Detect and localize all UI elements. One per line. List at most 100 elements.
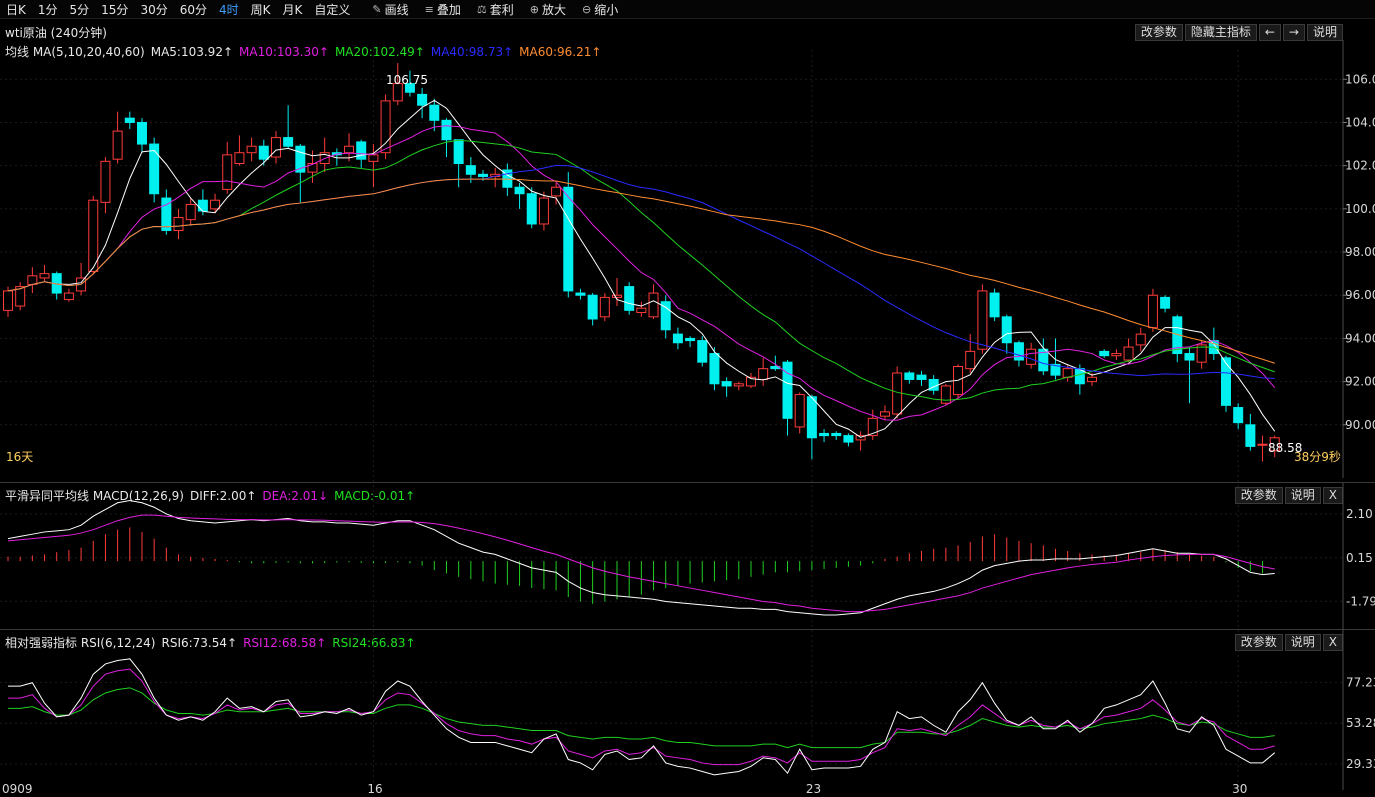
candle-body	[234, 152, 245, 165]
macd-button-1[interactable]: 说明	[1284, 487, 1321, 504]
ma10-line	[7, 125, 1276, 421]
ma-legend: 均线 MA(5,10,20,40,60) MA5:103.92↑ MA10:103.…	[5, 43, 613, 60]
candle-body	[51, 273, 62, 294]
candle-body	[782, 361, 793, 419]
range-label: 16天	[6, 450, 33, 464]
candle-body	[770, 366, 781, 370]
candle-body	[3, 290, 13, 311]
macd-tick-label: 2.10	[1346, 507, 1373, 521]
last-price-label: 88.58	[1268, 441, 1302, 455]
pencil-icon: ✎	[372, 2, 382, 16]
macd-value-0: DIFF:2.00↑	[189, 489, 257, 503]
rsi12-line	[8, 668, 1275, 766]
macd-value-1: DEA:2.01↓	[262, 489, 329, 503]
tool-button-0[interactable]: ✎ 画线	[364, 1, 416, 18]
period-tab-2[interactable]: 5分	[64, 1, 96, 18]
candle-body	[709, 353, 720, 385]
period-tab-0[interactable]: 日K	[0, 1, 32, 18]
candle-body	[904, 372, 915, 380]
macd-tick-label: -1.79	[1346, 594, 1375, 608]
macd-button-2[interactable]: X	[1322, 487, 1343, 504]
candle-body	[989, 292, 1000, 318]
date-label: 0909	[2, 782, 33, 796]
dea-line	[7, 514, 1275, 613]
ma-value-3: MA40:98.73↑	[430, 45, 514, 59]
tool-label: 套利	[489, 2, 514, 17]
candle-body	[392, 83, 403, 102]
candle-body	[124, 117, 135, 123]
candle-body	[1160, 296, 1171, 309]
period-tab-8[interactable]: 月K	[277, 1, 309, 18]
candle-body	[1184, 353, 1195, 361]
candle-body	[758, 368, 769, 380]
candle-body	[1013, 342, 1024, 361]
candle-body	[1074, 368, 1085, 385]
candle-body	[27, 275, 38, 285]
tool-button-1[interactable]: ≡ 叠加	[417, 1, 469, 18]
candle-body	[356, 141, 367, 160]
candle-body	[660, 301, 671, 331]
ma-value-0: MA5:103.92↑	[150, 45, 234, 59]
candle-body	[173, 216, 184, 231]
candle-body	[417, 93, 428, 106]
candle-body	[15, 286, 26, 307]
candle-body	[429, 104, 440, 121]
main-button-1[interactable]: 隐藏主指标	[1184, 24, 1257, 41]
macd-rsi-divider	[0, 629, 1375, 630]
price-tick-label: 90.00	[1345, 418, 1375, 432]
candle-body	[892, 372, 903, 415]
main-button-4[interactable]: 说明	[1306, 24, 1343, 41]
candle-body	[136, 121, 147, 145]
period-tab-9[interactable]: 自定义	[308, 1, 356, 18]
main-button-0[interactable]: 改参数	[1134, 24, 1183, 41]
candle-body	[940, 385, 951, 404]
candle-body	[1111, 353, 1122, 357]
candle-body	[1135, 333, 1146, 346]
main-button-2[interactable]: ←	[1258, 24, 1281, 41]
period-tab-1[interactable]: 1分	[32, 1, 64, 18]
candle-body	[514, 186, 525, 195]
candle-body	[1221, 357, 1231, 406]
candle-body	[380, 100, 391, 154]
zoom-out-icon: ⊖	[582, 2, 592, 16]
candle-body	[270, 137, 281, 158]
period-tab-4[interactable]: 30分	[134, 1, 173, 18]
candle-body	[672, 333, 683, 344]
candle-body	[1245, 424, 1256, 447]
chart-canvas[interactable]: 106.0 104.0 102.0 100.0 98.00 96.00 94.00 92.00…	[0, 0, 1375, 797]
candle-body	[599, 296, 610, 318]
candle-body	[319, 152, 330, 165]
candle-body	[685, 337, 696, 342]
period-tab-7[interactable]: 周K	[245, 1, 277, 18]
main-button-3[interactable]: →	[1282, 24, 1305, 41]
tool-label: 放大	[541, 2, 566, 17]
macd-value-2: MACD:-0.01↑	[334, 489, 416, 503]
rsi-button-0[interactable]: 改参数	[1234, 634, 1283, 651]
tool-button-3[interactable]: ⊕ 放大	[522, 1, 574, 18]
candle-body	[538, 197, 549, 225]
rsi-button-2[interactable]: X	[1322, 634, 1343, 651]
date-label: 30	[1232, 782, 1247, 796]
candle-body	[307, 163, 318, 173]
period-tab-5[interactable]: 60分	[174, 1, 213, 18]
period-tab-6[interactable]: 4时	[213, 1, 245, 18]
ma-legend-label: 均线 MA(5,10,20,40,60)	[5, 45, 145, 59]
tool-label: 画线	[384, 2, 409, 17]
period-tab-3[interactable]: 15分	[95, 1, 134, 18]
candle-body	[1026, 348, 1037, 365]
ma5-line	[7, 99, 1276, 438]
candle-body	[76, 277, 87, 292]
candle-body	[879, 411, 890, 417]
candle-body	[1062, 368, 1073, 378]
candle-body	[697, 340, 708, 363]
rsi-panel-buttons: 改参数 说明 X	[1234, 634, 1343, 651]
candle-body	[1099, 350, 1110, 357]
rsi-button-1[interactable]: 说明	[1284, 634, 1321, 651]
macd-button-0[interactable]: 改参数	[1234, 487, 1283, 504]
candle-body	[551, 186, 562, 197]
tool-button-2[interactable]: ⚖ 套利	[469, 1, 522, 18]
candle-body	[368, 154, 379, 162]
tool-button-4[interactable]: ⊖ 缩小	[574, 1, 626, 18]
candle-body	[465, 165, 476, 175]
candle-body	[161, 197, 172, 231]
